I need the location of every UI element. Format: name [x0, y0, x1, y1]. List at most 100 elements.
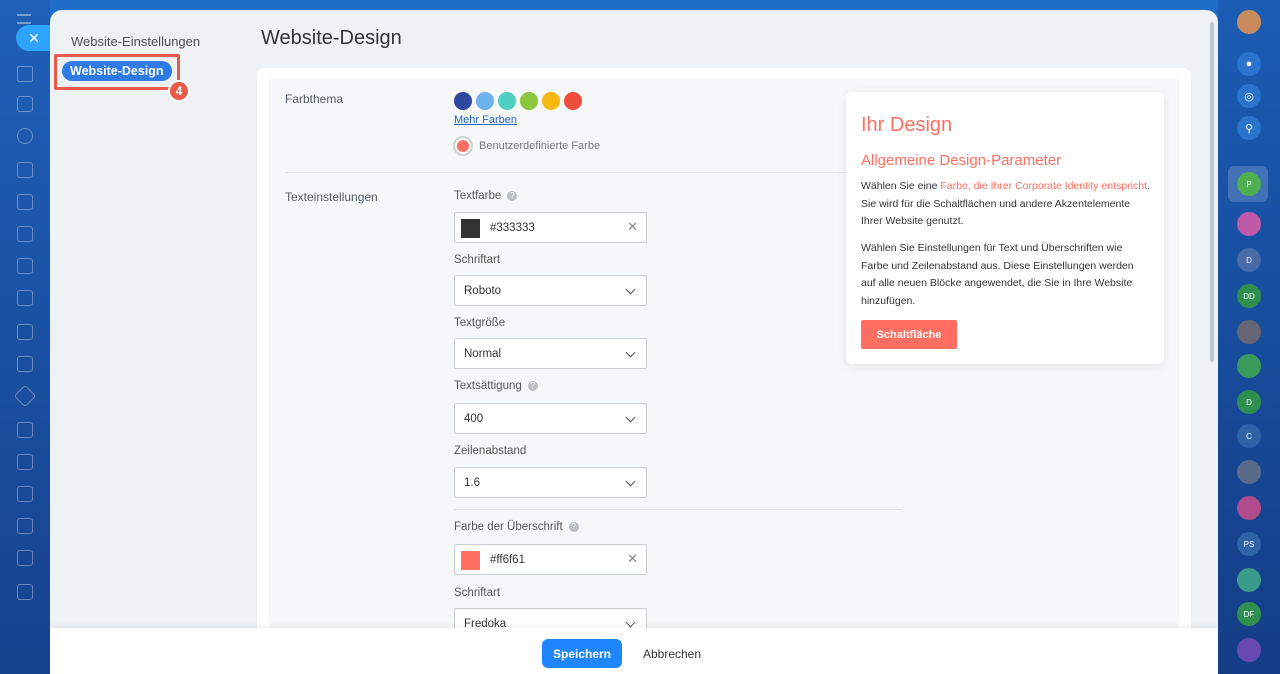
font-value: Roboto: [464, 285, 502, 297]
sidebar-item-website-design[interactable]: Website-Design: [62, 61, 172, 81]
scrollbar[interactable]: [1210, 22, 1214, 362]
help-icon[interactable]: ?: [568, 522, 579, 532]
home-icon[interactable]: [17, 66, 33, 82]
font-select[interactable]: Roboto: [454, 275, 647, 306]
nav-icon-7[interactable]: [13, 384, 37, 408]
custom-color-label[interactable]: Benutzerdefinierte Farbe: [479, 140, 600, 152]
preview-accent-text: Farbe, die Ihrer Corporate Identity ents…: [940, 180, 1147, 192]
clear-icon[interactable]: ✕: [627, 219, 638, 235]
chat-avatar-d[interactable]: D: [1237, 248, 1261, 272]
filter-icon[interactable]: [17, 550, 33, 566]
preview-paragraph-1: Wählen Sie eine Farbe, die Ihrer Corpora…: [861, 180, 1150, 227]
text-size-value: Normal: [464, 348, 502, 360]
chat-avatar-photo[interactable]: [1237, 320, 1261, 344]
tasks-icon[interactable]: [17, 324, 33, 340]
nav-icon-2[interactable]: [17, 128, 33, 144]
mail-icon[interactable]: [17, 356, 33, 372]
save-button[interactable]: Speichern: [542, 639, 622, 668]
text-weight-select[interactable]: 400: [454, 403, 647, 434]
text-color-label: Textfarbe?: [454, 190, 518, 202]
nav-icon-10[interactable]: [17, 584, 33, 600]
heading-font-label: Schriftart: [454, 587, 501, 599]
chat-avatar-c[interactable]: C: [1237, 424, 1261, 448]
chat-avatar-chat[interactable]: [1237, 568, 1261, 592]
preview-paragraph-2: Wählen Sie Einstellungen für Text und Üb…: [861, 242, 1134, 307]
color-option-4[interactable]: [520, 92, 538, 110]
clear-icon[interactable]: ✕: [627, 551, 638, 567]
right-rail: ● ◎ ⚲ P D DD D C PS DF: [1218, 0, 1280, 674]
text-weight-label: Textsättigung?: [454, 380, 538, 392]
cart-icon[interactable]: [17, 454, 33, 470]
heading-color-value: #ff6f61: [490, 554, 525, 566]
sidebar-item-website-settings[interactable]: Website-Einstellungen: [71, 34, 200, 49]
nav-icon-3[interactable]: [17, 162, 33, 178]
help-icon[interactable]: ?: [527, 381, 538, 391]
more-colors-link[interactable]: Mehr Farben: [454, 114, 517, 126]
nav-icon-8[interactable]: [17, 486, 33, 502]
chat-avatar-spiral[interactable]: [1237, 638, 1261, 662]
divider: [285, 172, 905, 173]
text-color-swatch[interactable]: [461, 219, 480, 238]
chevron-down-icon: [625, 347, 636, 358]
line-height-value: 1.6: [464, 477, 480, 489]
color-option-2[interactable]: [476, 92, 494, 110]
preview-sample-button[interactable]: Schaltfläche: [861, 320, 957, 349]
chat-avatar-calendar[interactable]: [1237, 496, 1261, 520]
text-color-input[interactable]: #333333 ✕: [454, 212, 647, 243]
heading-color-label: Farbe der Überschrift?: [454, 521, 579, 533]
chat-avatar-p[interactable]: P: [1237, 172, 1261, 196]
nav-icon-1[interactable]: [17, 96, 33, 112]
footer-bar: Speichern Abbrechen: [50, 628, 1218, 674]
chat-avatar-ps[interactable]: PS: [1237, 532, 1261, 556]
chat-avatar-card[interactable]: [1237, 354, 1261, 378]
color-option-6[interactable]: [564, 92, 582, 110]
spiral-icon[interactable]: ◎: [1237, 84, 1261, 108]
bell-icon[interactable]: ●: [1237, 52, 1261, 76]
text-settings-label: Texteinstellungen: [285, 190, 378, 204]
nav-icon-4[interactable]: [17, 194, 33, 210]
divider: [454, 509, 902, 510]
user-avatar[interactable]: [1237, 10, 1261, 34]
close-slider-button[interactable]: ✕: [16, 25, 52, 51]
cancel-button[interactable]: Abbrechen: [636, 639, 708, 668]
chat-search-icon[interactable]: ⚲: [1237, 116, 1261, 140]
nav-icon-9[interactable]: [17, 518, 33, 534]
chat-avatar-group[interactable]: [1237, 460, 1261, 484]
help-icon[interactable]: ?: [507, 191, 518, 201]
chat-avatar-2[interactable]: [1237, 212, 1261, 236]
edit-icon[interactable]: [17, 422, 33, 438]
preview-subtitle: Allgemeine Design-Parameter: [861, 152, 1062, 169]
custom-color-radio[interactable]: [453, 136, 473, 156]
nav-icon-5[interactable]: [17, 258, 33, 274]
menu-icon[interactable]: [17, 14, 31, 24]
text-size-label: Textgröße: [454, 317, 506, 329]
step-badge: 4: [168, 80, 190, 102]
settings-panel: Website-Einstellungen Website-Design 4 W…: [50, 10, 1218, 674]
close-icon: ✕: [28, 29, 40, 46]
line-height-label: Zeilenabstand: [454, 445, 527, 457]
chat-avatar-d2[interactable]: D: [1237, 390, 1261, 414]
chevron-down-icon: [625, 476, 636, 487]
heading-color-input[interactable]: #ff6f61 ✕: [454, 544, 647, 575]
heading-color-swatch[interactable]: [461, 551, 480, 570]
text-weight-value: 400: [464, 413, 484, 425]
color-option-3[interactable]: [498, 92, 516, 110]
design-preview-card: Ihr Design Allgemeine Design-Parameter W…: [846, 92, 1164, 364]
chat-avatar-df[interactable]: DF: [1237, 602, 1261, 626]
left-navigation-rail: [0, 0, 50, 674]
calendar-icon[interactable]: [17, 226, 33, 242]
font-label: Schriftart: [454, 254, 501, 266]
chevron-down-icon: [625, 412, 636, 423]
color-option-5[interactable]: [542, 92, 560, 110]
color-theme-label: Farbthema: [285, 92, 344, 106]
chevron-down-icon: [625, 284, 636, 295]
page-title: Website-Design: [261, 27, 402, 49]
chevron-down-icon: [625, 617, 636, 628]
chat-avatar-dd[interactable]: DD: [1237, 284, 1261, 308]
text-size-select[interactable]: Normal: [454, 338, 647, 369]
line-height-select[interactable]: 1.6: [454, 467, 647, 498]
color-option-1[interactable]: [454, 92, 472, 110]
text-color-value: #333333: [490, 222, 535, 234]
nav-icon-6[interactable]: [17, 290, 33, 306]
preview-title: Ihr Design: [861, 114, 953, 136]
